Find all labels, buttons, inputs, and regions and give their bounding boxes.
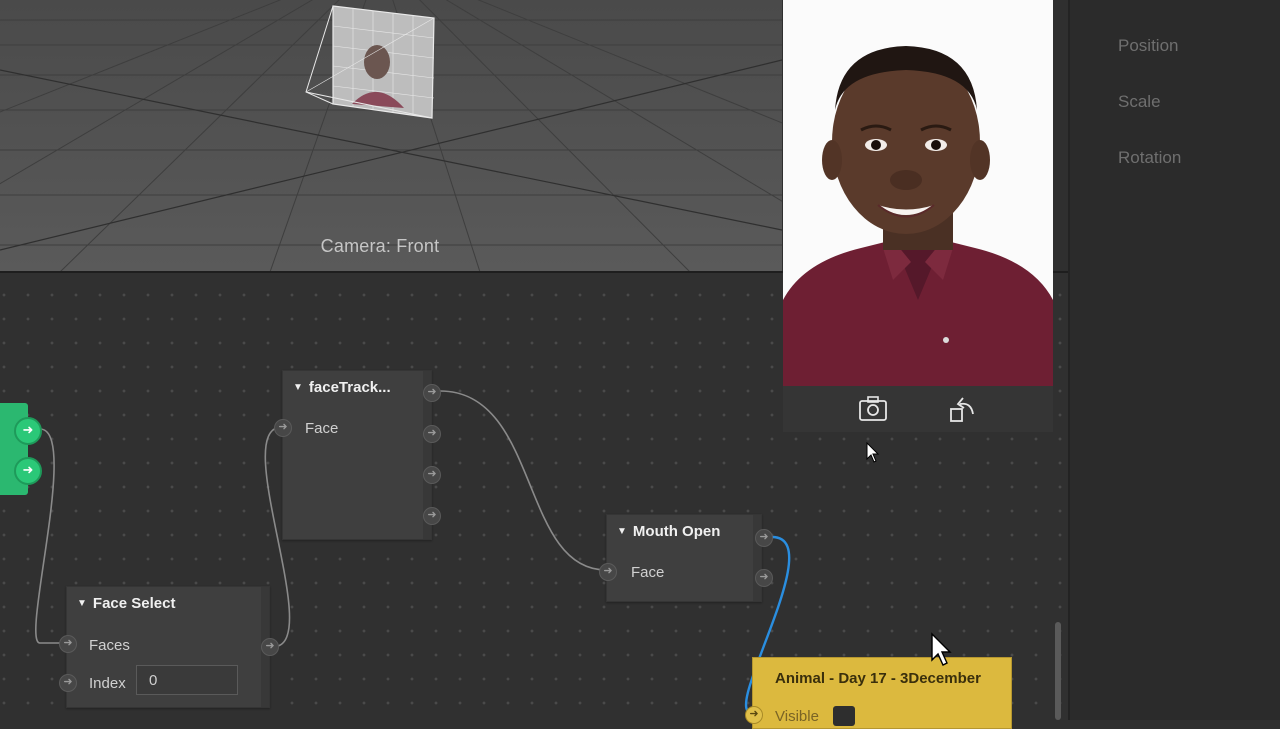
mouth-open-node[interactable]: ▼ Mouth Open ➜ Face ➜ ➜ xyxy=(599,514,773,602)
face-select-title: ▼ Face Select xyxy=(77,595,175,612)
camera-switch-icon[interactable] xyxy=(857,394,889,424)
animal-visible-port[interactable]: ➜ xyxy=(745,706,763,724)
collapse-triangle-icon[interactable]: ▼ xyxy=(617,526,627,537)
animal-visible-label: Visible xyxy=(775,708,819,725)
mouth-open-title: ▼ Mouth Open xyxy=(617,523,720,540)
mouth-open-input-port[interactable]: ➜ xyxy=(599,563,617,581)
face-tracker-output-port-2[interactable]: ➜ xyxy=(423,425,441,443)
inspector-panel: Position Scale Rotation xyxy=(1068,0,1280,720)
device-output-node[interactable]: ➜ ➜ xyxy=(0,403,42,495)
scene-face-plane[interactable] xyxy=(305,5,435,119)
animal-node-title: Animal - Day 17 - 3December xyxy=(775,670,981,687)
animal-visible-checkbox[interactable] xyxy=(833,706,855,726)
face-tracker-output-port-3[interactable]: ➜ xyxy=(423,466,441,484)
preview-toolbar xyxy=(783,386,1053,432)
animal-node[interactable]: Animal - Day 17 - 3December ➜ Visible xyxy=(745,657,1012,729)
face-select-title-text: Face Select xyxy=(92,595,176,612)
face-select-faces-label: Faces xyxy=(89,637,130,654)
viewport-grid xyxy=(0,0,782,272)
collapse-triangle-icon[interactable]: ▼ xyxy=(77,598,87,609)
scene-viewport[interactable]: Camera: Front xyxy=(0,0,782,272)
mouse-cursor-large-icon xyxy=(931,632,952,666)
collapse-triangle-icon[interactable]: ▼ xyxy=(293,382,303,393)
mouse-cursor-small-icon xyxy=(866,442,880,463)
mouth-open-title-text: Mouth Open xyxy=(632,523,721,540)
preview-person-image xyxy=(783,0,1053,386)
face-select-faces-port[interactable]: ➜ xyxy=(59,635,77,653)
index-input[interactable]: 0 xyxy=(136,665,238,695)
rotation-label[interactable]: Rotation xyxy=(1118,148,1181,168)
device-port-1[interactable]: ➜ xyxy=(14,417,42,445)
face-tracker-input-label: Face xyxy=(305,420,339,437)
face-tracker-title-text: faceTrack... xyxy=(308,379,391,396)
position-label[interactable]: Position xyxy=(1118,36,1178,56)
face-tracker-output-port-4[interactable]: ➜ xyxy=(423,507,441,525)
face-select-index-label: Index xyxy=(89,675,126,692)
camera-preview xyxy=(783,0,1053,386)
node-edge xyxy=(753,515,761,601)
device-port-2[interactable]: ➜ xyxy=(14,457,42,485)
mouth-open-output-port-2[interactable]: ➜ xyxy=(755,569,773,587)
camera-label: Camera: Front xyxy=(320,236,440,256)
mouth-open-input-label: Face xyxy=(631,564,665,581)
scale-label[interactable]: Scale xyxy=(1118,92,1161,112)
face-tracker-output-port-1[interactable]: ➜ xyxy=(423,384,441,402)
mouth-open-output-port-1[interactable]: ➜ xyxy=(755,529,773,547)
editor-scrollbar[interactable] xyxy=(1055,622,1061,720)
face-tracker-node[interactable]: ▼ faceTrack... ➜ Face ➜ ➜ ➜ ➜ xyxy=(274,370,441,540)
face-tracker-title: ▼ faceTrack... xyxy=(293,379,391,396)
face-select-output-port[interactable]: ➜ xyxy=(261,638,279,656)
face-select-index-port[interactable]: ➜ xyxy=(59,674,77,692)
rotate-device-icon[interactable] xyxy=(947,394,979,424)
face-tracker-input-port[interactable]: ➜ xyxy=(274,419,292,437)
wire-facetracker-to-mouthopen xyxy=(439,390,607,571)
